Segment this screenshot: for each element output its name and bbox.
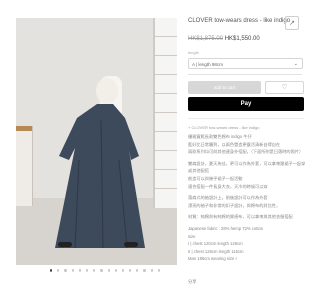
add-to-cart-button[interactable]: add to cart [188, 81, 261, 94]
description-line: size [188, 233, 196, 239]
gallery-dot[interactable] [107, 269, 110, 272]
description-line: I | chest 120cm length 126cm [188, 241, 243, 247]
description-line: 落肩式的袖設計上，前後設計可以作為外套 [188, 195, 268, 201]
gallery-dot[interactable] [71, 269, 74, 272]
chevron-down-icon: ⌄ [293, 61, 298, 67]
gallery-dot[interactable] [129, 269, 132, 272]
description-line: 適合搭配一件長身大衣，天冷的時候可以穿 [188, 183, 268, 189]
gallery-dot[interactable] [121, 269, 125, 272]
gallery-dot[interactable] [114, 269, 117, 272]
product-title: CLOVER tow-wears dress - like indigo [188, 18, 291, 24]
old-price: HK$1,875.00 [188, 36, 224, 42]
divider [188, 74, 302, 75]
gallery-dot[interactable] [85, 269, 89, 272]
product-description: 優雅寬鬆長款雙色棉布 indigo 牛仔藍好比日常觸到，以兩色營造更靈活清新自得… [188, 133, 306, 263]
description-line: 雙肩設計，夏天為佳，更可以作為外套，可以拿來跟裙子一起穿或其他配搭 [188, 160, 306, 174]
description-line: 材質：純棉與有純棉的質感布，可以拿來與其他衣服搭配 [188, 214, 293, 220]
gallery-dot[interactable] [100, 269, 103, 272]
gallery-dot[interactable] [150, 269, 153, 272]
description-line: 創造可以與幾乎裙子一起活動 [188, 175, 243, 181]
description-line: 漂亮的袖子和非常的扣子設計，與棉布的對比性， [188, 202, 281, 208]
description-toggle[interactable]: + CLOVER tow-wears dress - like indigo [188, 125, 259, 130]
gallery-dot[interactable] [57, 269, 60, 272]
description-line: Man 186cm wearing size I [188, 256, 237, 262]
gallery-dots[interactable] [50, 269, 160, 275]
length-label: length [188, 50, 199, 55]
photo-window [153, 18, 177, 208]
gallery-dot[interactable] [93, 269, 96, 272]
gallery-dot[interactable] [157, 269, 160, 272]
gallery-dot[interactable] [143, 269, 146, 272]
current-price: HK$1,550.00 [224, 36, 260, 42]
apple-pay-button[interactable]: Pay [188, 97, 304, 111]
photo-dress [55, 104, 145, 249]
gallery-dot[interactable] [64, 269, 67, 272]
share-link[interactable]: 分享 [188, 279, 197, 285]
gallery-dot[interactable] [78, 269, 81, 272]
heart-icon: ♡ [281, 84, 288, 91]
selected-option: A | length 98cm [192, 62, 223, 67]
gallery-dot[interactable] [136, 269, 139, 272]
apple-pay-label: Pay [240, 101, 252, 107]
length-select[interactable]: A | length 98cm ⌄ [188, 58, 303, 69]
description-line: 兩款系列均可與其他連身外搭配，（下面所附是日落時的照片） [188, 149, 304, 155]
product-photo[interactable] [16, 18, 177, 265]
share-icon[interactable]: ↗ [285, 16, 299, 30]
price: HK$1,875.00 HK$1,550.00 [188, 36, 260, 42]
product-actions: ↗ [285, 16, 299, 30]
description-line: II | chest 126cm length 116cm [188, 248, 244, 254]
photo-shoe-left [58, 242, 72, 247]
description-line: 優雅寬鬆長款雙色棉布 indigo 牛仔 [188, 134, 252, 139]
gallery-dot[interactable] [50, 269, 53, 272]
description-line: Japanese fabric : 28% hemp 72% cotton [188, 225, 264, 231]
divider [188, 118, 304, 119]
wishlist-button[interactable]: ♡ [265, 81, 304, 94]
description-line: 藍好比日常觸到，以兩色營造更靈活清新自得自在 [188, 141, 281, 147]
photo-stool [16, 126, 33, 206]
photo-shoe-right [124, 242, 138, 247]
